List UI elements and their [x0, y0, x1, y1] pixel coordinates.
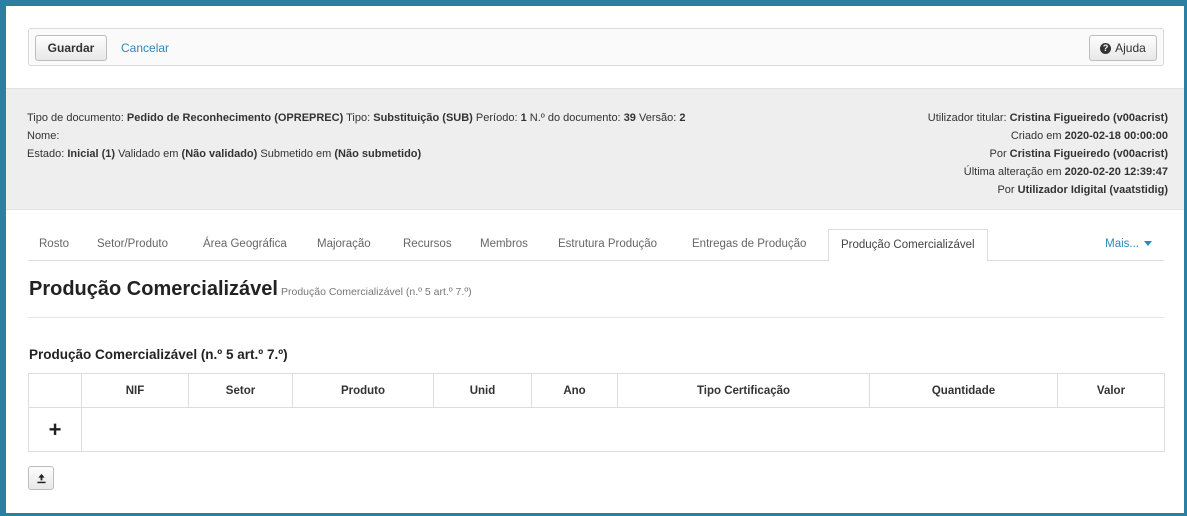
column-header-unid[interactable]: Unid	[433, 373, 532, 408]
upload-icon	[36, 473, 46, 483]
tab-membros[interactable]: Membros	[480, 238, 528, 250]
divider	[28, 317, 1164, 318]
owner-line: Utilizador titular: Cristina Figueiredo …	[927, 112, 1168, 124]
table-row: +	[28, 407, 1165, 452]
upload-button[interactable]	[28, 466, 54, 490]
name-line: Nome:	[27, 130, 60, 142]
more-tabs-dropdown[interactable]: Mais...	[1105, 238, 1152, 250]
section-title: Produção Comercializável (n.º 5 art.º 7.…	[29, 347, 288, 362]
tab-recursos[interactable]: Recursos	[403, 238, 452, 250]
cancel-link[interactable]: Cancelar	[121, 41, 169, 55]
table-header-row: NIF Setor Produto Unid Ano Tipo Certific…	[28, 373, 1165, 408]
page-subtitle: Produção Comercializável (n.º 5 art.º 7.…	[280, 286, 472, 298]
production-table: NIF Setor Produto Unid Ano Tipo Certific…	[28, 373, 1165, 452]
tab-entregas-producao[interactable]: Entregas de Produção	[692, 238, 806, 250]
tab-rosto[interactable]: Rosto	[39, 238, 69, 250]
tab-producao-comercializavel[interactable]: Produção Comercializável	[828, 229, 988, 262]
column-header-valor[interactable]: Valor	[1057, 373, 1165, 408]
tab-area-geografica[interactable]: Área Geográfica	[203, 238, 287, 250]
column-header-setor[interactable]: Setor	[188, 373, 293, 408]
document-info-right: Utilizador titular: Cristina Figueiredo …	[928, 109, 1168, 199]
tab-bar: Rosto Setor/Produto Área Geográfica Majo…	[28, 229, 1164, 262]
document-info-left: Tipo de documento: Pedido de Reconhecime…	[27, 109, 686, 163]
save-button[interactable]: Guardar	[35, 35, 107, 61]
question-circle-icon: ?	[1100, 42, 1112, 54]
help-label: Ajuda	[1115, 41, 1146, 55]
document-info-panel: Tipo de documento: Pedido de Reconhecime…	[6, 88, 1184, 210]
tab-majoracao[interactable]: Majoração	[317, 238, 371, 250]
add-row-button[interactable]: +	[28, 407, 82, 452]
column-header-actions	[28, 373, 82, 408]
tab-estrutura-producao[interactable]: Estrutura Produção	[558, 238, 657, 250]
column-header-tipo-certificacao[interactable]: Tipo Certificação	[617, 373, 870, 408]
state-line: Estado: Inicial (1) Validado em (Não val…	[27, 148, 422, 160]
column-header-quantidade[interactable]: Quantidade	[869, 373, 1058, 408]
created-line: Criado em 2020-02-18 00:00:00	[1010, 130, 1168, 142]
column-header-produto[interactable]: Produto	[292, 373, 434, 408]
column-header-nif[interactable]: NIF	[81, 373, 189, 408]
modified-line: Última alteração em 2020-02-20 12:39:47	[963, 166, 1168, 178]
created-by-line: Por Cristina Figueiredo (v00acrist)	[989, 148, 1168, 160]
modified-by-line: Por Utilizador Idigital (vaatstidig)	[997, 184, 1168, 196]
document-type-line: Tipo de documento: Pedido de Reconhecime…	[27, 112, 686, 124]
table-empty-cell	[81, 407, 1165, 452]
toolbar: Guardar Cancelar ? Ajuda	[28, 28, 1164, 66]
page-title: Produção Comercializável Produção Comerci…	[29, 278, 472, 300]
tab-setor-produto[interactable]: Setor/Produto	[97, 238, 168, 250]
help-button[interactable]: ? Ajuda	[1089, 35, 1157, 61]
plus-icon: +	[48, 416, 62, 442]
column-header-ano[interactable]: Ano	[531, 373, 618, 408]
caret-down-icon	[1144, 241, 1152, 247]
